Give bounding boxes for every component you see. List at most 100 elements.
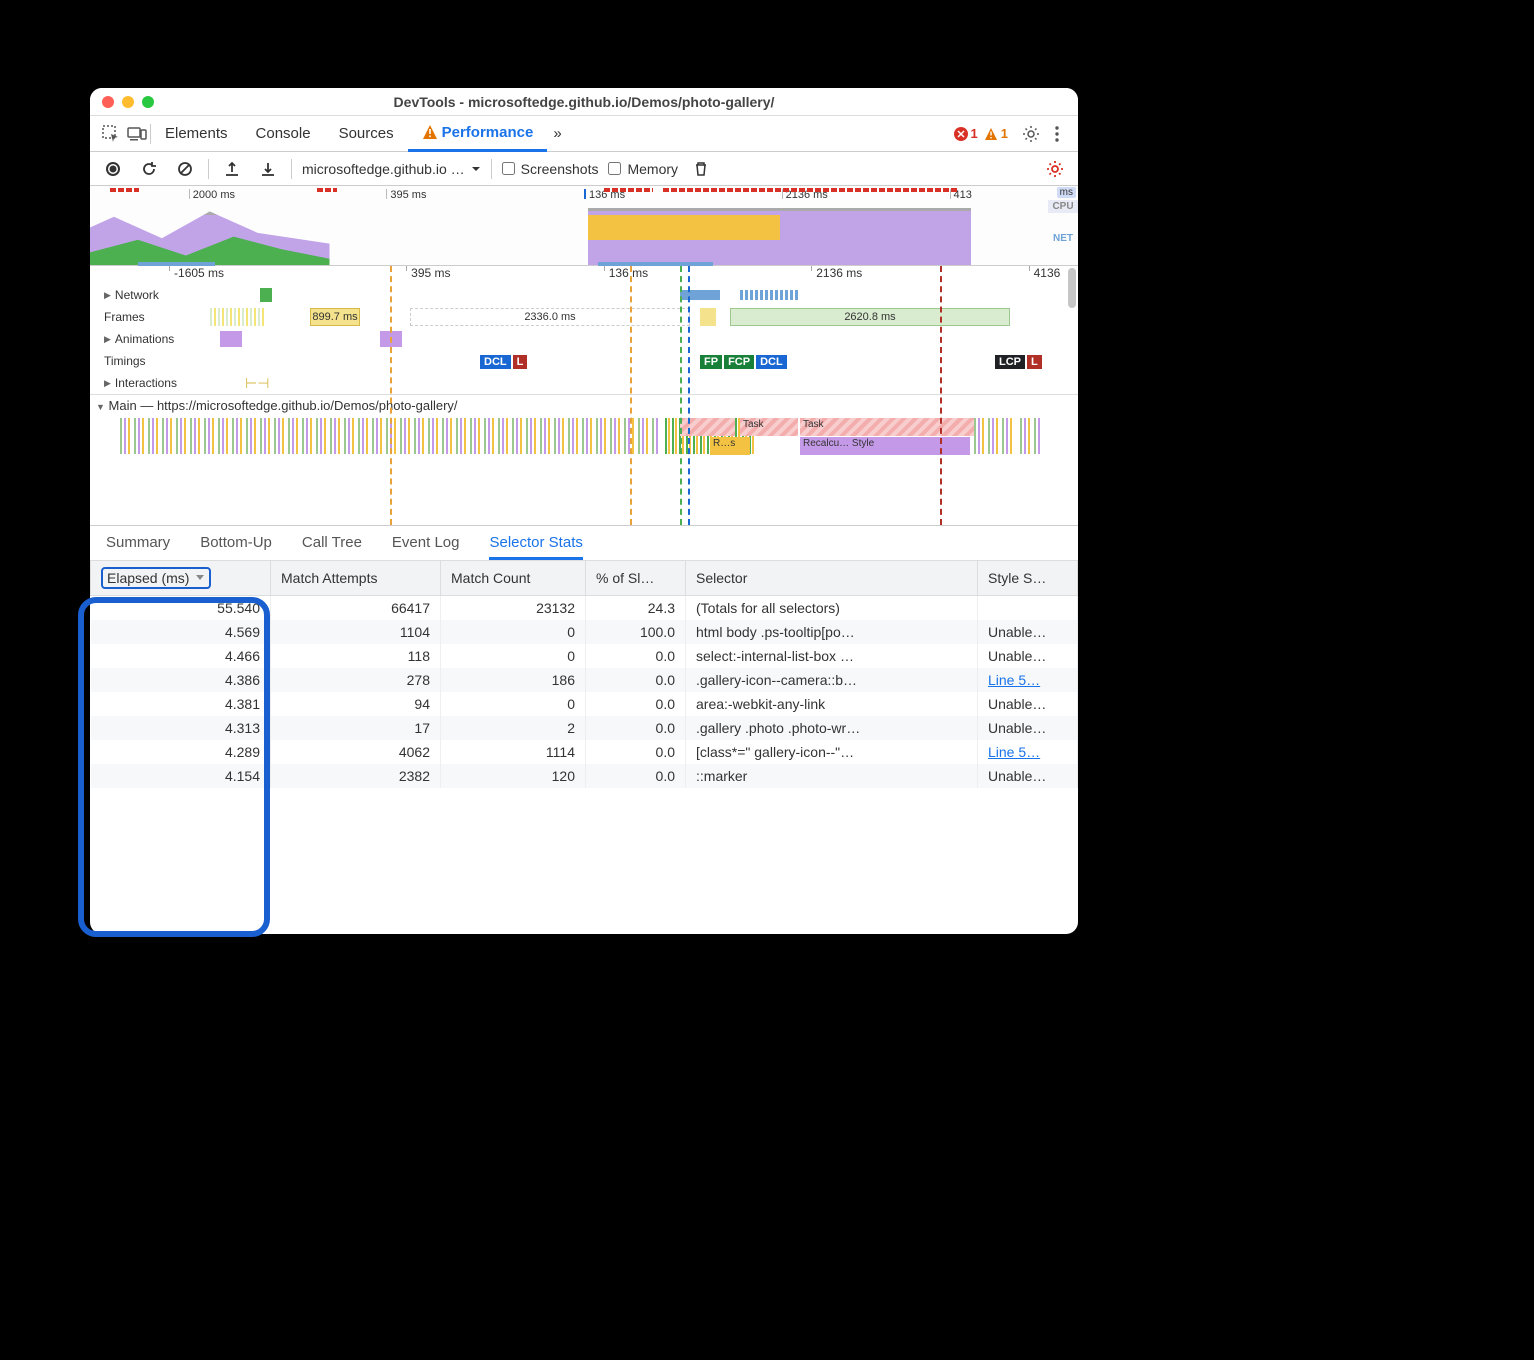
cell-attempts: 2382 — [271, 764, 441, 788]
tab-elements[interactable]: Elements — [151, 116, 242, 152]
col-elapsed[interactable]: Elapsed (ms) — [91, 561, 271, 596]
cell-style[interactable]: Line 5… — [978, 740, 1078, 764]
cell-attempts: 278 — [271, 668, 441, 692]
cell-selector: ::marker — [686, 764, 978, 788]
cell-elapsed: 4.289 — [91, 740, 271, 764]
cell-selector: [class*=" gallery-icon--"… — [686, 740, 978, 764]
device-icon[interactable] — [124, 121, 150, 147]
cell-count: 0 — [441, 620, 586, 644]
cell-style: Unable… — [978, 716, 1078, 740]
screenshots-checkbox[interactable]: Screenshots — [502, 161, 599, 177]
cell-count: 120 — [441, 764, 586, 788]
error-count-badge[interactable]: 1 — [954, 126, 978, 141]
cell-count: 0 — [441, 644, 586, 668]
cell-selector: select:-internal-list-box … — [686, 644, 978, 668]
chevron-down-icon — [471, 164, 481, 174]
timing-l: L — [513, 355, 528, 369]
record-icon[interactable] — [100, 156, 126, 182]
cell-style: Unable… — [978, 620, 1078, 644]
col-count[interactable]: Match Count — [441, 561, 586, 596]
reload-icon[interactable] — [136, 156, 162, 182]
tab-call-tree[interactable]: Call Tree — [302, 534, 362, 551]
flame-task[interactable]: Task — [800, 418, 990, 436]
tab-console[interactable]: Console — [242, 116, 325, 152]
timing-fcp: FCP — [724, 355, 754, 369]
tab-summary[interactable]: Summary — [106, 534, 170, 551]
kebab-icon[interactable] — [1044, 121, 1070, 147]
cell-style[interactable]: Line 5… — [978, 668, 1078, 692]
scrollbar[interactable] — [1068, 268, 1076, 308]
ruler-tick: -1605 ms — [169, 266, 224, 271]
window-title: DevTools - microsoftedge.github.io/Demos… — [90, 94, 1078, 110]
cell-attempts: 94 — [271, 692, 441, 716]
cell-slow: 0.0 — [586, 764, 686, 788]
col-style[interactable]: Style S… — [978, 561, 1078, 596]
tab-performance-label: Performance — [442, 124, 534, 141]
tab-selector-stats[interactable]: Selector Stats — [489, 534, 582, 560]
clear-icon[interactable] — [172, 156, 198, 182]
tab-performance[interactable]: Performance — [408, 116, 548, 152]
memory-checkbox[interactable]: Memory — [608, 161, 678, 177]
cell-elapsed: 4.154 — [91, 764, 271, 788]
more-tabs-button[interactable]: » — [547, 116, 567, 152]
table-row[interactable]: 4.3131720.0.gallery .photo .photo-wr…Una… — [91, 716, 1078, 740]
table-row[interactable]: 55.540664172313224.3(Totals for all sele… — [91, 596, 1078, 621]
track-animations[interactable]: ▶Animations — [90, 328, 1078, 350]
flame-chart[interactable]: -1605 ms 395 ms 136 ms 2136 ms 4136 ▶Net… — [90, 266, 1078, 526]
cell-slow: 0.0 — [586, 644, 686, 668]
tab-event-log[interactable]: Event Log — [392, 534, 460, 551]
tab-bottom-up[interactable]: Bottom-Up — [200, 534, 272, 551]
cell-elapsed: 4.569 — [91, 620, 271, 644]
main-thread-header[interactable]: ▼ Main — https://microsoftedge.github.io… — [90, 394, 1078, 416]
cell-attempts: 17 — [271, 716, 441, 740]
cell-style: Unable… — [978, 692, 1078, 716]
col-attempts[interactable]: Match Attempts — [271, 561, 441, 596]
col-selector[interactable]: Selector — [686, 561, 978, 596]
table-row[interactable]: 4.46611800.0select:-internal-list-box …U… — [91, 644, 1078, 668]
sort-desc-icon — [195, 574, 205, 582]
trash-icon[interactable] — [688, 156, 714, 182]
origin-dropdown[interactable]: microsoftedge.github.io … — [302, 161, 481, 177]
cell-elapsed: 4.466 — [91, 644, 271, 668]
cell-style — [978, 596, 1078, 621]
cell-style: Unable… — [978, 644, 1078, 668]
track-interactions[interactable]: ▶Interactions ⊢⊣ — [90, 372, 1078, 394]
cell-selector: html body .ps-tooltip[po… — [686, 620, 978, 644]
flame-task[interactable]: Task — [740, 418, 798, 436]
table-row[interactable]: 4.56911040100.0html body .ps-tooltip[po…… — [91, 620, 1078, 644]
warning-count-badge[interactable]: 1 — [984, 126, 1008, 141]
download-icon[interactable] — [255, 156, 281, 182]
perf-settings-icon[interactable] — [1042, 156, 1068, 182]
table-row[interactable]: 4.289406211140.0[class*=" gallery-icon--… — [91, 740, 1078, 764]
cell-attempts: 118 — [271, 644, 441, 668]
tab-sources[interactable]: Sources — [325, 116, 408, 152]
settings-icon[interactable] — [1018, 121, 1044, 147]
titlebar: DevTools - microsoftedge.github.io/Demos… — [90, 88, 1078, 116]
ruler-tick: 4136 — [1029, 266, 1061, 271]
detail-tabs: Summary Bottom-Up Call Tree Event Log Se… — [90, 526, 1078, 560]
cell-count: 0 — [441, 692, 586, 716]
timing-dcl: DCL — [480, 355, 511, 369]
col-slow[interactable]: % of Sl… — [586, 561, 686, 596]
inspect-icon[interactable] — [98, 121, 124, 147]
overview-tick: 395 ms — [386, 189, 426, 199]
cell-selector: .gallery .photo .photo-wr… — [686, 716, 978, 740]
upload-icon[interactable] — [219, 156, 245, 182]
table-row[interactable]: 4.15423821200.0::markerUnable… — [91, 764, 1078, 788]
perf-toolbar: microsoftedge.github.io … Screenshots Me… — [90, 152, 1078, 186]
flame-entry[interactable]: R…s — [710, 437, 750, 455]
cell-slow: 100.0 — [586, 620, 686, 644]
ruler-tick: 2136 ms — [811, 266, 862, 271]
devtools-window: DevTools - microsoftedge.github.io/Demos… — [90, 88, 1078, 934]
track-timings[interactable]: Timings DCLL FPFCPDCL LCPL — [90, 350, 1078, 372]
table-row[interactable]: 4.3819400.0area:-webkit-any-linkUnable… — [91, 692, 1078, 716]
overview-minimap[interactable]: 2000 ms 395 ms 136 ms 2136 ms 413 ms CPU… — [90, 186, 1078, 266]
track-frames[interactable]: Frames 899.7 ms 899.7 ms 2336.0 ms 2620.… — [90, 306, 1078, 328]
cell-attempts: 4062 — [271, 740, 441, 764]
chevron-right-icon: ▶ — [104, 378, 111, 389]
cell-count: 186 — [441, 668, 586, 692]
table-row[interactable]: 4.3862781860.0.gallery-icon--camera::b…L… — [91, 668, 1078, 692]
track-network[interactable]: ▶Network — [90, 284, 1078, 306]
cell-elapsed: 4.313 — [91, 716, 271, 740]
flame-recalc-style[interactable]: Recalcu… Style — [800, 437, 970, 455]
